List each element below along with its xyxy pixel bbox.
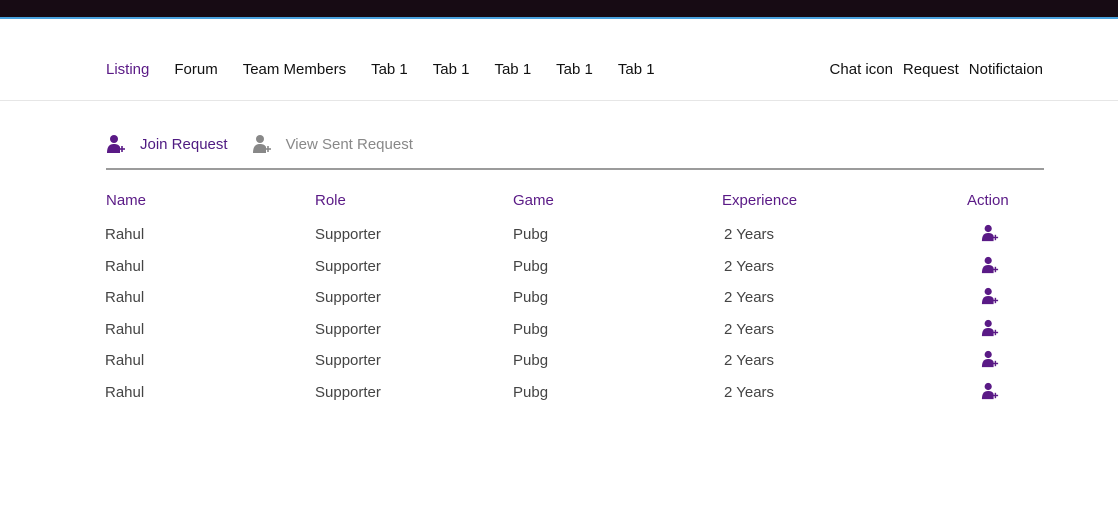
table-row: Rahul Supporter Pubg 2 Years — [104, 382, 1044, 416]
cell-role: Supporter — [315, 257, 381, 275]
cell-game: Pubg — [513, 383, 549, 401]
cell-role: Supporter — [315, 352, 381, 370]
cell-name: Rahul — [105, 352, 145, 370]
cell-name: Rahul — [105, 226, 145, 243]
cell-experience: 2 Years — [724, 257, 775, 275]
table-row: Rahul Supporter Pubg 2 Years — [104, 287, 1044, 321]
notification-link[interactable]: Notifictaion — [969, 61, 1043, 78]
add-user-icon[interactable] — [981, 224, 999, 242]
header-experience: Experience — [722, 192, 798, 209]
nav-tab-forum[interactable]: Forum — [174, 61, 217, 78]
request-subtabs: Join Request View Sent Request — [106, 134, 413, 154]
cell-experience: 2 Years — [724, 289, 775, 307]
nav-tab-1[interactable]: Tab 1 — [371, 61, 408, 78]
add-user-icon[interactable] — [981, 287, 999, 305]
table-row: Rahul Supporter Pubg 2 Years — [104, 224, 1044, 258]
request-link[interactable]: Request — [903, 61, 959, 78]
cell-role: Supporter — [315, 226, 381, 243]
nav-actions: Chat icon Request Notifictaion — [830, 61, 1043, 78]
nav-tab-4[interactable]: Tab 1 — [556, 61, 593, 78]
cell-game: Pubg — [513, 320, 549, 338]
top-navigation: Listing Forum Team Members Tab 1 Tab 1 T… — [0, 21, 1118, 101]
table-row: Rahul Supporter Pubg 2 Years — [104, 319, 1044, 353]
window-top-bar — [0, 0, 1118, 19]
header-action: Action — [967, 192, 1009, 209]
cell-game: Pubg — [513, 257, 549, 275]
join-request-label: Join Request — [140, 135, 228, 153]
chat-link[interactable]: Chat icon — [830, 61, 893, 78]
view-sent-request-tab[interactable]: View Sent Request — [252, 134, 413, 154]
cell-game: Pubg — [513, 289, 549, 307]
header-name: Name — [106, 192, 147, 209]
add-user-icon[interactable] — [981, 319, 999, 337]
add-user-icon — [252, 134, 272, 154]
cell-name: Rahul — [105, 320, 145, 338]
cell-role: Supporter — [315, 320, 381, 338]
cell-game: Pubg — [513, 352, 549, 370]
cell-role: Supporter — [315, 289, 381, 307]
add-user-icon[interactable] — [981, 350, 999, 368]
cell-name: Rahul — [105, 383, 145, 401]
nav-tabs: Listing Forum Team Members Tab 1 Tab 1 T… — [106, 61, 655, 78]
cell-experience: 2 Years — [724, 320, 775, 338]
table-header: Name Role Game Experience Action — [104, 192, 1044, 226]
nav-tab-5[interactable]: Tab 1 — [618, 61, 655, 78]
nav-tab-listing[interactable]: Listing — [106, 61, 149, 78]
cell-name: Rahul — [105, 289, 145, 307]
add-user-icon[interactable] — [981, 256, 999, 274]
nav-tab-2[interactable]: Tab 1 — [433, 61, 470, 78]
nav-tab-team-members[interactable]: Team Members — [243, 61, 346, 78]
cell-experience: 2 Years — [724, 352, 775, 370]
cell-name: Rahul — [105, 257, 145, 275]
cell-role: Supporter — [315, 383, 381, 401]
add-user-icon — [106, 134, 126, 154]
section-divider — [106, 168, 1044, 170]
nav-tab-3[interactable]: Tab 1 — [494, 61, 531, 78]
table-row: Rahul Supporter Pubg 2 Years — [104, 256, 1044, 290]
header-game: Game — [513, 192, 554, 209]
cell-game: Pubg — [513, 226, 549, 243]
header-role: Role — [315, 192, 346, 209]
cell-experience: 2 Years — [724, 226, 775, 243]
requests-table: Name Role Game Experience Action Rahul S… — [104, 192, 1044, 416]
add-user-icon[interactable] — [981, 382, 999, 400]
view-sent-request-label: View Sent Request — [285, 135, 413, 153]
cell-experience: 2 Years — [724, 383, 775, 401]
table-row: Rahul Supporter Pubg 2 Years — [104, 350, 1044, 384]
join-request-tab[interactable]: Join Request — [106, 134, 228, 154]
